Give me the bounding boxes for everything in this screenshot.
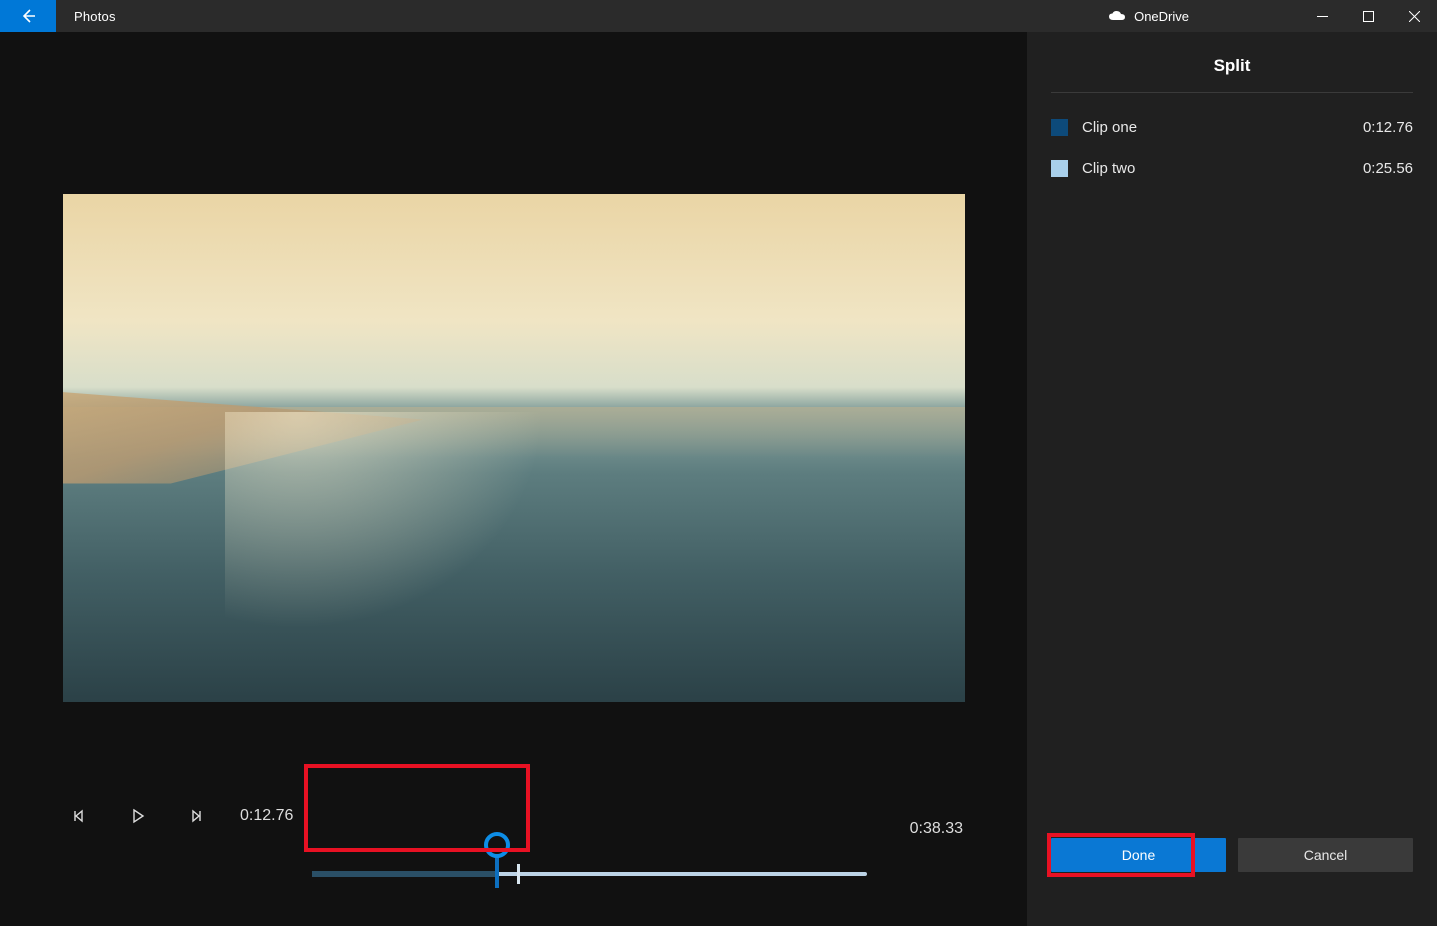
step-back-icon	[72, 808, 88, 824]
window-minimize-button[interactable]	[1299, 0, 1345, 32]
split-handle[interactable]	[484, 832, 510, 858]
total-time-label: 0:38.33	[910, 820, 963, 838]
clip-row: Clip two 0:25.56	[1051, 160, 1413, 177]
maximize-icon	[1363, 11, 1374, 22]
done-button[interactable]: Done	[1051, 838, 1226, 872]
close-icon	[1409, 11, 1420, 22]
window-close-button[interactable]	[1391, 0, 1437, 32]
play-icon	[130, 808, 146, 824]
play-button[interactable]	[126, 804, 150, 828]
split-panel: Split Clip one 0:12.76 Clip two 0:25.56 …	[1027, 32, 1437, 926]
app-title: Photos	[74, 9, 116, 24]
cloud-icon	[1108, 10, 1126, 22]
step-back-button[interactable]	[68, 804, 92, 828]
split-handle-stem[interactable]	[495, 854, 499, 888]
minimize-icon	[1317, 11, 1328, 22]
onedrive-status: OneDrive	[1108, 9, 1189, 24]
player-controls: 0:12.76 0:38.33	[0, 746, 1027, 926]
arrow-left-icon	[19, 7, 37, 25]
timeline[interactable]	[312, 830, 867, 890]
onedrive-label: OneDrive	[1134, 9, 1189, 24]
clip-duration: 0:25.56	[1363, 160, 1413, 177]
video-preview[interactable]	[63, 194, 965, 702]
cancel-button[interactable]: Cancel	[1238, 838, 1413, 872]
current-time-label: 0:12.76	[240, 807, 293, 825]
done-button-label: Done	[1122, 847, 1155, 863]
clip-duration: 0:12.76	[1363, 119, 1413, 136]
clip-label: Clip one	[1082, 119, 1137, 136]
clip-row: Clip one 0:12.76	[1051, 119, 1413, 136]
cancel-button-label: Cancel	[1304, 847, 1348, 863]
step-forward-button[interactable]	[184, 804, 208, 828]
timeline-end-marker	[517, 864, 520, 884]
clip-swatch	[1051, 160, 1068, 177]
panel-title: Split	[1051, 50, 1413, 93]
clip-swatch	[1051, 119, 1068, 136]
clip-list: Clip one 0:12.76 Clip two 0:25.56	[1051, 119, 1413, 177]
title-bar: Photos OneDrive	[0, 0, 1437, 32]
clip-label: Clip two	[1082, 160, 1135, 177]
window-maximize-button[interactable]	[1345, 0, 1391, 32]
video-editor-area: 0:12.76 0:38.33	[0, 32, 1027, 926]
back-button[interactable]	[0, 0, 56, 32]
timeline-segment-clip1	[312, 871, 497, 877]
step-forward-icon	[188, 808, 204, 824]
